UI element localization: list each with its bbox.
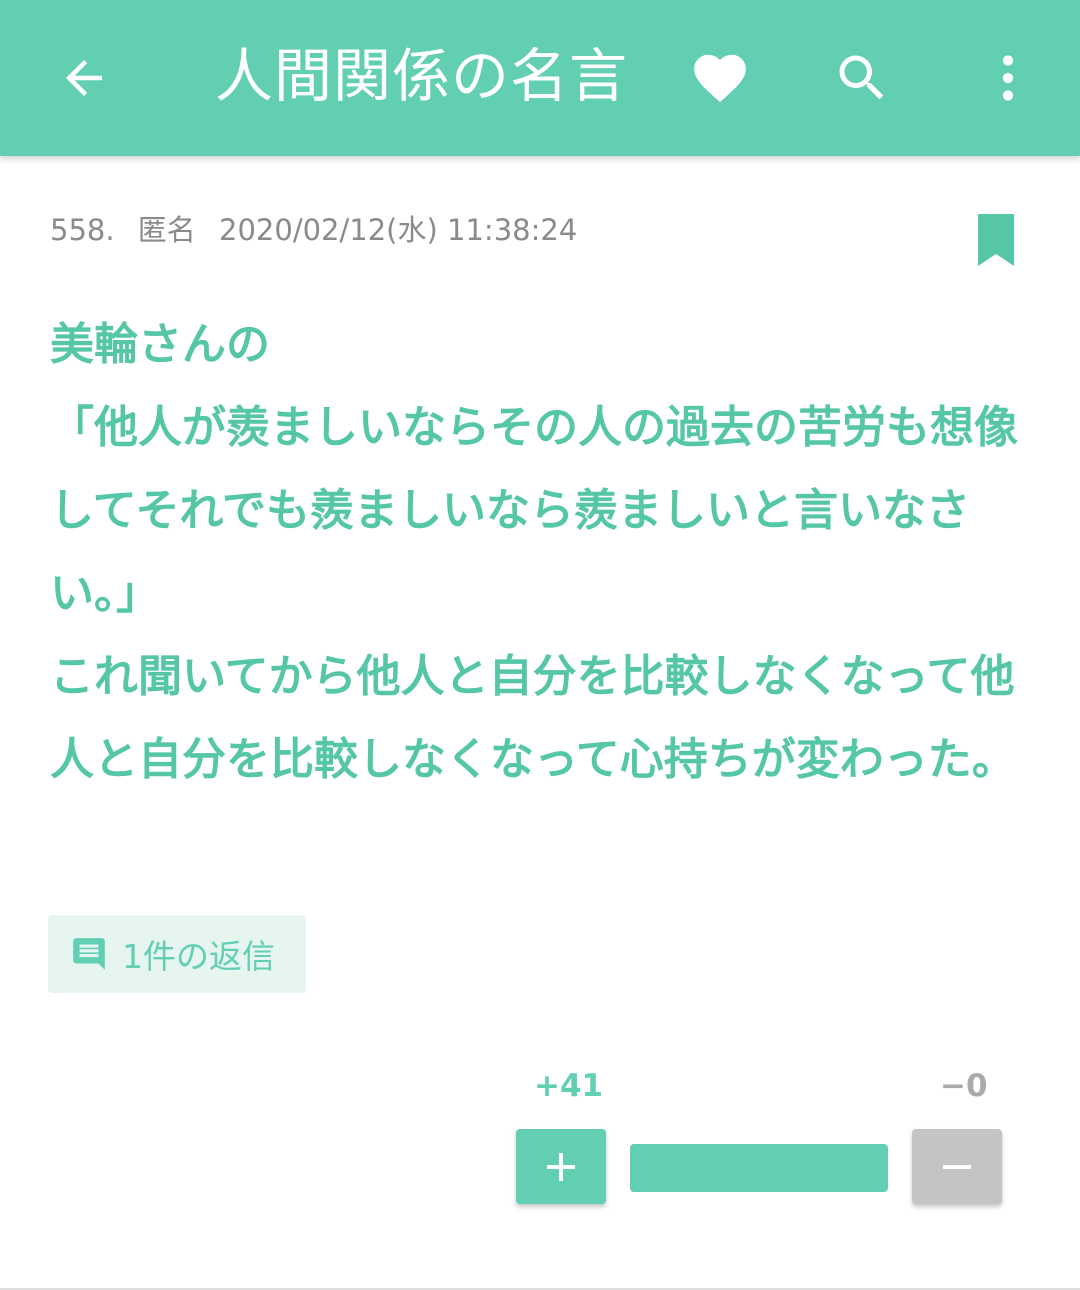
- vote-ratio-fill: [630, 1144, 888, 1192]
- plus-vote-button[interactable]: [516, 1129, 606, 1204]
- comment-line: 美輪さんの: [50, 319, 270, 370]
- search-button[interactable]: [812, 28, 912, 128]
- replies-button[interactable]: 1件の返信: [48, 915, 306, 993]
- comment-line: これ聞いてから他人と自分を比較しなくなって他人と自分を比較しなくなって心持ちが変…: [50, 651, 1016, 785]
- vote-ratio-bar: [630, 1144, 888, 1192]
- bookmark-icon: [978, 214, 1014, 266]
- plus-vote-count: +41: [534, 1068, 604, 1104]
- post-author: 匿名: [137, 213, 196, 247]
- minus-vote-button[interactable]: [912, 1129, 1002, 1204]
- more-options-button[interactable]: [958, 28, 1058, 128]
- minus-icon: [943, 1164, 971, 1169]
- page-title: 人間関係の名言: [215, 42, 629, 110]
- comment-icon: [73, 938, 105, 970]
- plus-icon: [547, 1152, 575, 1181]
- search-icon: [839, 55, 884, 100]
- favorite-button[interactable]: [670, 28, 770, 128]
- post-meta: 558. 匿名 2020/02/12(水) 11:38:24: [50, 208, 591, 252]
- comment-line: 「他人が羨ましいならその人の過去の苦労も想像してそれでも羨ましいなら羨ましいと言…: [50, 402, 1018, 619]
- replies-label: 1件の返信: [122, 937, 275, 976]
- minus-vote-count: −0: [940, 1068, 988, 1104]
- more-vert-icon: [1002, 55, 1014, 101]
- back-button[interactable]: [34, 28, 134, 128]
- comment-body: 美輪さんの 「他人が羨ましいならその人の過去の苦労も想像してそれでも羨ましいなら…: [50, 303, 1030, 801]
- bookmark-button[interactable]: [976, 214, 1016, 266]
- arrow-left-icon: [66, 60, 102, 96]
- post-datetime: 2020/02/12(水) 11:38:24: [219, 213, 578, 247]
- post-number: 558.: [50, 213, 115, 247]
- app-bar: 人間関係の名言: [0, 0, 1080, 156]
- heart-icon: [694, 54, 746, 103]
